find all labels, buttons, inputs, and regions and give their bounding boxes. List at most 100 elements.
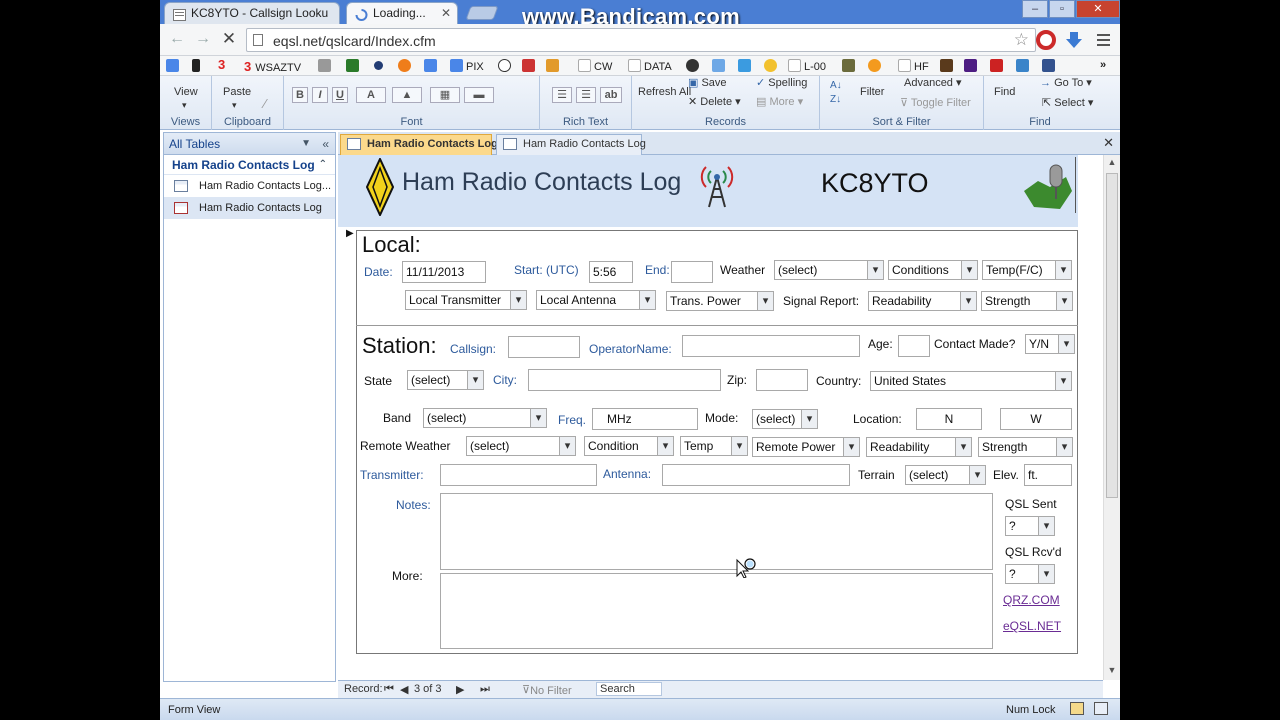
more-bookmarks-icon[interactable]: » (1100, 59, 1106, 73)
antenna-field[interactable] (662, 464, 850, 486)
nav-item-table[interactable]: Ham Radio Contacts Log... (164, 175, 335, 197)
start-field[interactable]: 5:56 (589, 261, 633, 283)
minimize-button[interactable]: – (1022, 0, 1048, 18)
stop-loading-icon[interactable]: ✕ (220, 30, 238, 48)
freq-field[interactable]: MHz (592, 408, 698, 430)
bookmark-green-icon[interactable] (346, 59, 362, 73)
remote-weather-dropdown[interactable]: (select) (466, 436, 576, 456)
bookmark-l00[interactable]: L-00 (788, 59, 826, 73)
record-position[interactable]: 3 of 3 (414, 683, 442, 695)
back-arrow-icon[interactable]: ← (168, 30, 186, 48)
new-tab-button[interactable] (465, 6, 499, 20)
local-readability-dropdown[interactable]: Readability (868, 291, 977, 311)
bookmark-twitter-icon[interactable] (712, 59, 728, 73)
scroll-up-icon[interactable]: ▲ (1104, 157, 1120, 167)
highlight-icon[interactable]: ▲ (392, 87, 422, 103)
scroll-down-icon[interactable]: ▼ (1104, 665, 1120, 675)
goto-button[interactable]: → Go To ▾ (1040, 76, 1092, 89)
form-scrollbar[interactable]: ▲ ▼ (1103, 155, 1120, 680)
band-dropdown[interactable]: (select) (423, 408, 547, 428)
qsl-sent-dropdown[interactable]: ? (1005, 516, 1055, 536)
operator-name-field[interactable] (682, 335, 860, 357)
conditions-dropdown[interactable]: Conditions (888, 260, 978, 280)
collapse-pane-icon[interactable]: « (322, 133, 329, 155)
record-selector-icon[interactable]: ▶ (346, 228, 354, 239)
date-field[interactable]: 11/11/2013 (402, 261, 486, 283)
remote-power-dropdown[interactable]: Remote Power (752, 437, 860, 457)
bookmark-google2-icon[interactable] (424, 59, 440, 73)
bookmark-dots-icon[interactable] (522, 59, 538, 73)
country-dropdown[interactable]: United States (870, 371, 1072, 391)
menu-icon[interactable] (1094, 30, 1114, 50)
close-tab-icon[interactable]: ✕ (441, 3, 451, 23)
spelling-button[interactable]: ✓ Spelling (756, 76, 807, 89)
bookmark-amazon-icon[interactable] (498, 59, 514, 73)
city-field[interactable] (528, 369, 721, 391)
bookmark-circle-icon[interactable] (374, 59, 386, 73)
bookmark-star-icon[interactable] (764, 59, 780, 73)
paste-button[interactable]: Paste (223, 86, 251, 98)
maximize-button[interactable]: ▫ (1049, 0, 1075, 18)
gridlines-icon[interactable]: ▦ (430, 87, 460, 103)
search-box[interactable]: Search (596, 682, 662, 696)
bookmark-orange2-icon[interactable] (868, 59, 884, 73)
transmitter-field[interactable] (440, 464, 597, 486)
address-bar[interactable]: eqsl.net/qslcard/Index.cfm ☆ (246, 28, 1036, 52)
next-record-icon[interactable]: ▶ (456, 683, 464, 696)
first-record-icon[interactable]: ⏮ (384, 683, 394, 696)
bookmark-map-icon[interactable] (1016, 59, 1032, 73)
scroll-thumb[interactable] (1106, 173, 1118, 498)
longitude-field[interactable]: W (1000, 408, 1072, 430)
trans-power-dropdown[interactable]: Trans. Power (666, 291, 774, 311)
numbering-icon[interactable]: ☰ (576, 87, 596, 103)
qsl-rcvd-dropdown[interactable]: ? (1005, 564, 1055, 584)
sort-descending-icon[interactable]: Z↓ (830, 94, 841, 105)
bookmark-wsaztv[interactable]: 3 WSAZTV (244, 59, 301, 74)
select-button[interactable]: ⇱ Select ▾ (1042, 96, 1093, 109)
close-window-button[interactable]: ✕ (1076, 0, 1120, 18)
font-color-icon[interactable]: A (356, 87, 386, 103)
bookmark-maps-icon[interactable] (318, 59, 334, 73)
refresh-all-button[interactable]: Refresh All (638, 86, 691, 98)
bookmark-camera-icon[interactable] (686, 59, 702, 73)
alternate-row-icon[interactable]: ▬ (464, 87, 494, 103)
nav-group-header[interactable]: Ham Radio Contacts Log ⌃ (164, 155, 335, 175)
elevation-field[interactable]: ft. (1024, 464, 1072, 486)
form-view-icon[interactable] (1070, 702, 1084, 715)
end-field[interactable] (671, 261, 713, 283)
layout-view-icon[interactable] (1094, 702, 1108, 715)
bookmark-ups-icon[interactable] (940, 59, 956, 73)
tab-callsign-lookup[interactable]: KC8YTO - Callsign Looku (164, 2, 340, 24)
more-button[interactable]: ▤ More ▾ (756, 95, 803, 108)
bookmark-shield-icon[interactable] (842, 59, 858, 73)
bookmark-data[interactable]: DATA (628, 59, 672, 73)
chevron-down-icon[interactable]: ▼ (301, 133, 311, 155)
bookmark-red-icon[interactable] (990, 59, 1006, 73)
chevron-up-icon[interactable]: ⌃ (319, 155, 327, 175)
bookmark-cursor-icon[interactable] (192, 59, 203, 73)
bookmark-cw[interactable]: CW (578, 59, 612, 73)
forward-arrow-icon[interactable]: → (194, 30, 212, 48)
bookmark-google-icon[interactable] (166, 59, 182, 73)
terrain-dropdown[interactable]: (select) (905, 465, 986, 485)
weather-dropdown[interactable]: (select) (774, 260, 884, 280)
callsign-field[interactable] (508, 336, 580, 358)
remote-condition-dropdown[interactable]: Condition (584, 436, 674, 456)
bookmark-blue-icon[interactable] (1042, 59, 1058, 73)
doc-tab-form[interactable]: Ham Radio Contacts Log (340, 134, 498, 155)
italic-icon[interactable]: I (312, 87, 328, 103)
download-arrow-icon[interactable] (1064, 30, 1084, 50)
contact-made-dropdown[interactable]: Y/N (1025, 334, 1075, 354)
remote-strength-dropdown[interactable]: Strength (978, 437, 1073, 457)
latitude-field[interactable]: N (916, 408, 982, 430)
state-dropdown[interactable]: (select) (407, 370, 484, 390)
local-strength-dropdown[interactable]: Strength (981, 291, 1073, 311)
zip-field[interactable] (756, 369, 808, 391)
nav-item-form[interactable]: Ham Radio Contacts Log (164, 197, 335, 219)
local-transmitter-dropdown[interactable]: Local Transmitter (405, 290, 527, 310)
format-painter-icon[interactable]: ⁄ (264, 96, 266, 111)
underline-icon[interactable]: U (332, 87, 348, 103)
bold-icon[interactable]: B (292, 87, 308, 103)
bookmark-orange-icon[interactable] (398, 59, 414, 73)
bookmark-bars-icon[interactable] (546, 59, 562, 73)
